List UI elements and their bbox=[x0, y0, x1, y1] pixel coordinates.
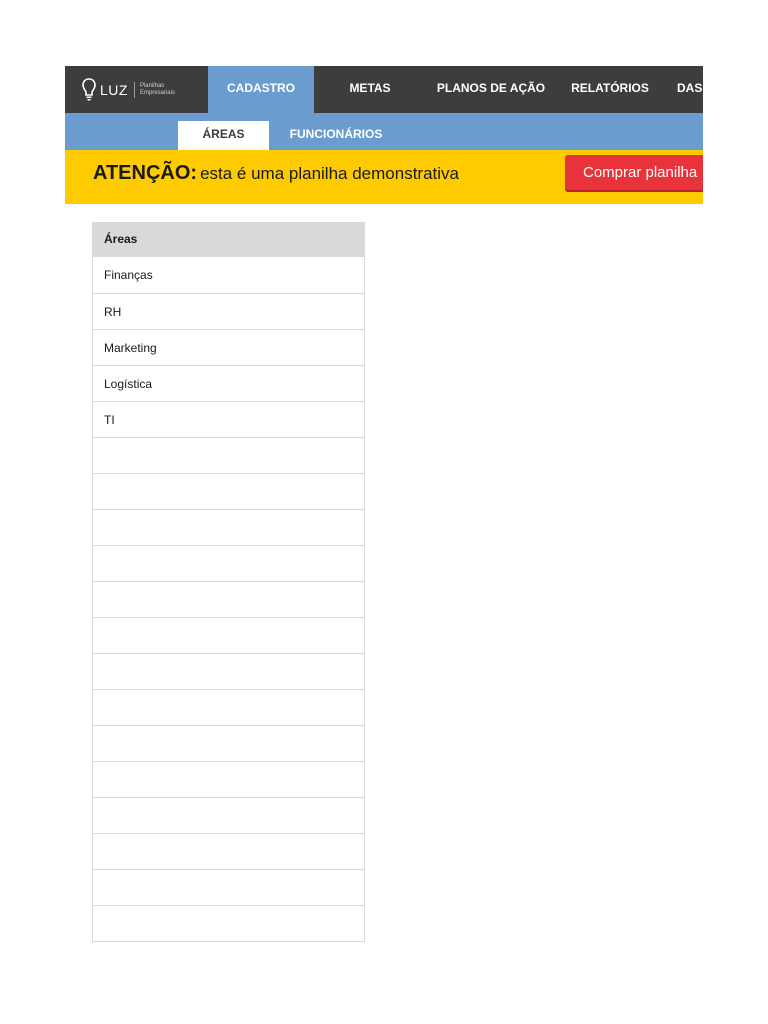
logo-divider bbox=[133, 82, 135, 98]
table-row[interactable] bbox=[93, 438, 364, 474]
subtab-areas[interactable]: ÁREAS bbox=[178, 121, 269, 150]
table-row[interactable] bbox=[93, 582, 364, 618]
table-row[interactable]: Marketing bbox=[93, 330, 364, 366]
top-nav-bar: LUZ Planilhas Empresariais CADASTRO META… bbox=[65, 66, 703, 113]
table-row[interactable] bbox=[93, 546, 364, 582]
luz-logo[interactable]: LUZ Planilhas Empresariais bbox=[82, 77, 180, 103]
areas-table: Áreas Finanças RH Marketing Logística TI bbox=[92, 222, 365, 942]
demo-warning-bar: ATENÇÃO: esta é uma planilha demonstrativ… bbox=[65, 150, 703, 204]
table-row[interactable]: Finanças bbox=[93, 257, 364, 294]
table-row[interactable]: Logística bbox=[93, 366, 364, 402]
logo-text: LUZ bbox=[100, 82, 128, 98]
tab-cadastro[interactable]: CADASTRO bbox=[208, 66, 314, 113]
warning-text: ATENÇÃO: esta é uma planilha demonstrativ… bbox=[93, 162, 459, 185]
table-body: Finanças RH Marketing Logística TI bbox=[93, 257, 364, 942]
warning-label: ATENÇÃO: bbox=[93, 162, 198, 184]
table-row[interactable] bbox=[93, 510, 364, 546]
table-row[interactable] bbox=[93, 726, 364, 762]
table-row[interactable] bbox=[93, 834, 364, 870]
logo-tagline-line1: Planilhas bbox=[139, 83, 165, 89]
sub-nav-bar: ÁREAS FUNCIONÁRIOS bbox=[65, 113, 703, 150]
tab-dashboard[interactable]: DASHBOARD bbox=[677, 66, 703, 113]
table-row[interactable]: RH bbox=[93, 294, 364, 330]
tab-relatorios[interactable]: RELATÓRIOS bbox=[567, 66, 653, 113]
table-row[interactable] bbox=[93, 798, 364, 834]
table-header: Áreas bbox=[93, 222, 364, 257]
table-row[interactable] bbox=[93, 690, 364, 726]
table-row[interactable] bbox=[93, 474, 364, 510]
tab-planos-de-acao[interactable]: PLANOS DE AÇÃO bbox=[428, 66, 554, 113]
table-row[interactable]: TI bbox=[93, 402, 364, 438]
warning-message: esta é uma planilha demonstrativa bbox=[200, 164, 459, 183]
subtab-funcionarios[interactable]: FUNCIONÁRIOS bbox=[280, 121, 392, 150]
table-row[interactable] bbox=[93, 654, 364, 690]
table-row[interactable] bbox=[93, 870, 364, 906]
logo-tagline-line2: Empresariais bbox=[139, 90, 175, 96]
table-row[interactable] bbox=[93, 762, 364, 798]
app-frame: LUZ Planilhas Empresariais CADASTRO META… bbox=[65, 66, 703, 204]
table-row[interactable] bbox=[93, 906, 364, 942]
logo-tagline: Planilhas Empresariais bbox=[140, 83, 180, 97]
tab-metas[interactable]: METAS bbox=[332, 66, 408, 113]
lightbulb-icon bbox=[82, 78, 96, 101]
buy-spreadsheet-button[interactable]: Comprar planilha bbox=[565, 155, 703, 190]
table-row[interactable] bbox=[93, 618, 364, 654]
